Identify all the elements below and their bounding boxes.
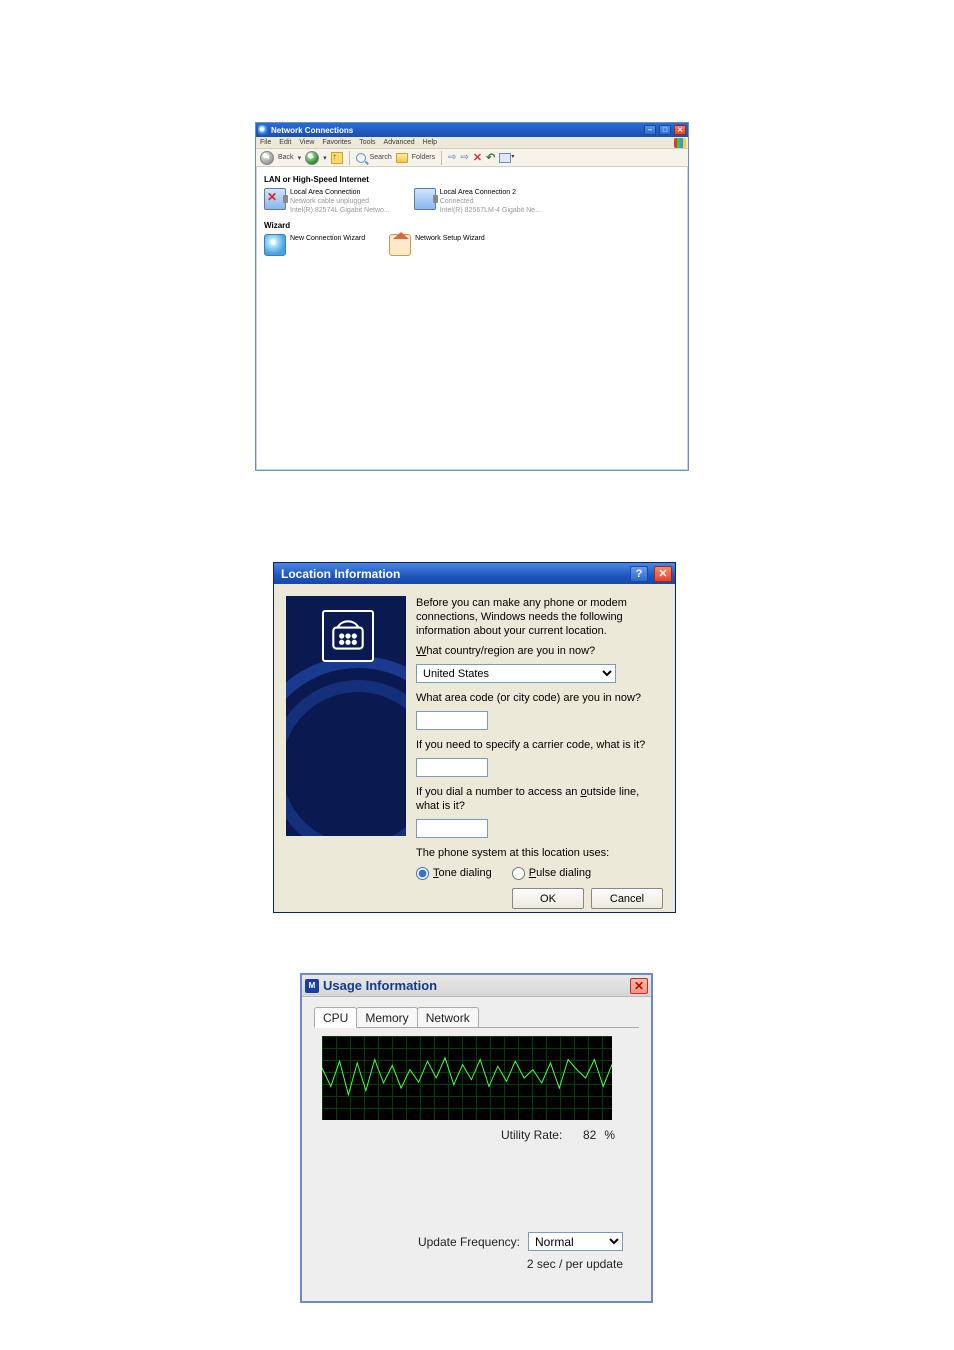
- pulse-radio-input[interactable]: [512, 867, 525, 880]
- separator: [349, 151, 350, 165]
- intro-text: Before you can make any phone or modem c…: [416, 596, 661, 638]
- outside-line-input[interactable]: [416, 819, 488, 838]
- carrier-code-input[interactable]: [416, 758, 488, 777]
- network-adapter-icon: [264, 188, 286, 210]
- move-to-icon[interactable]: ⇨: [448, 152, 456, 163]
- close-button[interactable]: ✕: [630, 978, 648, 994]
- location-information-dialog: Location Information ? ✕ Before you can …: [273, 562, 676, 913]
- area-code-label: What area code (or city code) are you in…: [416, 691, 661, 705]
- menu-help[interactable]: Help: [423, 139, 437, 146]
- tab-memory[interactable]: Memory: [356, 1007, 417, 1027]
- close-button[interactable]: ✕: [674, 125, 686, 135]
- app-icon: M: [305, 979, 319, 993]
- ok-button[interactable]: OK: [512, 888, 584, 909]
- connection-status: Network cable unplugged: [290, 197, 390, 206]
- outside-line-label: If you dial a number to access an outsid…: [416, 785, 661, 813]
- dialog-title: Location Information: [277, 567, 624, 581]
- network-adapter-icon: [414, 188, 436, 210]
- tone-radio-input[interactable]: [416, 867, 429, 880]
- undo-icon[interactable]: ↶: [486, 151, 495, 164]
- wizard-item[interactable]: New Connection Wizard: [264, 234, 365, 256]
- title-bar[interactable]: M Usage Information ✕: [302, 975, 651, 997]
- utility-rate-unit: %: [604, 1128, 615, 1142]
- connection-name: Local Area Connection 2: [440, 188, 541, 197]
- window-title: Network Connections: [271, 126, 641, 135]
- update-frequency-note: 2 sec / per update: [314, 1251, 639, 1271]
- up-folder-button[interactable]: [331, 152, 343, 164]
- menu-advanced[interactable]: Advanced: [384, 139, 415, 146]
- wizard-item[interactable]: Network Setup Wizard: [389, 234, 485, 256]
- menu-bar: File Edit View Favorites Tools Advanced …: [256, 137, 688, 149]
- cpu-usage-chart: [322, 1036, 612, 1120]
- back-dropdown-icon[interactable]: ▾: [298, 154, 302, 162]
- title-bar[interactable]: Location Information ? ✕: [274, 563, 675, 584]
- country-label: What country/region are you in now?: [416, 644, 661, 658]
- update-frequency-label: Update Frequency:: [418, 1235, 520, 1249]
- connection-name: Local Area Connection: [290, 188, 390, 197]
- views-button[interactable]: [499, 153, 511, 163]
- help-button[interactable]: ?: [630, 566, 648, 582]
- menu-favorites[interactable]: Favorites: [322, 139, 351, 146]
- forward-dropdown-icon[interactable]: ▾: [323, 154, 327, 162]
- section-wizard-header: Wizard: [264, 221, 680, 230]
- tab-cpu[interactable]: CPU: [314, 1007, 357, 1028]
- separator: [441, 151, 442, 165]
- forward-button[interactable]: ►: [305, 151, 319, 165]
- delete-icon[interactable]: ✕: [473, 151, 482, 164]
- section-lan-header: LAN or High-Speed Internet: [264, 175, 680, 184]
- app-icon: [258, 125, 268, 135]
- area-code-input[interactable]: [416, 711, 488, 730]
- network-connections-window: Network Connections – □ ✕ File Edit View…: [255, 122, 689, 471]
- country-select[interactable]: United States: [416, 664, 616, 683]
- sidebar-graphic: [286, 596, 406, 836]
- cancel-button[interactable]: Cancel: [591, 888, 663, 909]
- menu-edit[interactable]: Edit: [279, 139, 291, 146]
- close-button[interactable]: ✕: [654, 566, 672, 582]
- tone-dialing-radio[interactable]: Tone dialing: [416, 866, 492, 880]
- utility-rate-label: Utility Rate:: [501, 1128, 562, 1142]
- menu-view[interactable]: View: [299, 139, 314, 146]
- copy-to-icon[interactable]: ⇨: [461, 152, 469, 163]
- title-bar[interactable]: Network Connections – □ ✕: [256, 123, 688, 137]
- usage-information-window: M Usage Information ✕ CPU Memory Network…: [300, 973, 653, 1303]
- network-setup-icon: [389, 234, 411, 256]
- maximize-button[interactable]: □: [659, 125, 671, 135]
- menu-file[interactable]: File: [260, 139, 271, 146]
- connection-adapter: Intel(R) 82567LM-4 Gigabit Ne...: [440, 206, 541, 215]
- folders-label[interactable]: Folders: [412, 154, 435, 161]
- update-frequency-select[interactable]: Normal: [528, 1232, 623, 1251]
- tab-network[interactable]: Network: [417, 1007, 479, 1027]
- menu-tools[interactable]: Tools: [359, 139, 375, 146]
- connection-adapter: Intel(R) 82574L Gigabit Netwo...: [290, 206, 390, 215]
- connection-item[interactable]: Local Area Connection Network cable unpl…: [264, 188, 390, 215]
- dialog-form: Before you can make any phone or modem c…: [416, 596, 661, 880]
- folders-icon[interactable]: [396, 153, 408, 163]
- phone-icon: [322, 610, 374, 662]
- carrier-code-label: If you need to specify a carrier code, w…: [416, 738, 661, 752]
- connection-item[interactable]: Local Area Connection 2 Connected Intel(…: [414, 188, 541, 215]
- search-icon[interactable]: [356, 153, 366, 163]
- back-button[interactable]: ◄: [260, 151, 274, 165]
- back-label: Back: [278, 154, 294, 161]
- wizard-label: Network Setup Wizard: [415, 234, 485, 243]
- minimize-button[interactable]: –: [644, 125, 656, 135]
- pulse-dialing-radio[interactable]: Pulse dialing: [512, 866, 591, 880]
- windows-logo-icon: [674, 138, 686, 148]
- utility-rate-value: 82: [570, 1128, 596, 1142]
- wizard-icon: [264, 234, 286, 256]
- window-body: LAN or High-Speed Internet Local Area Co…: [256, 167, 688, 266]
- window-title: Usage Information: [323, 978, 626, 993]
- search-label[interactable]: Search: [370, 154, 392, 161]
- phone-system-label: The phone system at this location uses:: [416, 846, 661, 860]
- tab-strip: CPU Memory Network: [314, 1007, 639, 1028]
- connection-status: Connected: [440, 197, 541, 206]
- toolbar: ◄ Back ▾ ► ▾ Search Folders ⇨ ⇨ ✕ ↶: [256, 149, 688, 167]
- wizard-label: New Connection Wizard: [290, 234, 365, 243]
